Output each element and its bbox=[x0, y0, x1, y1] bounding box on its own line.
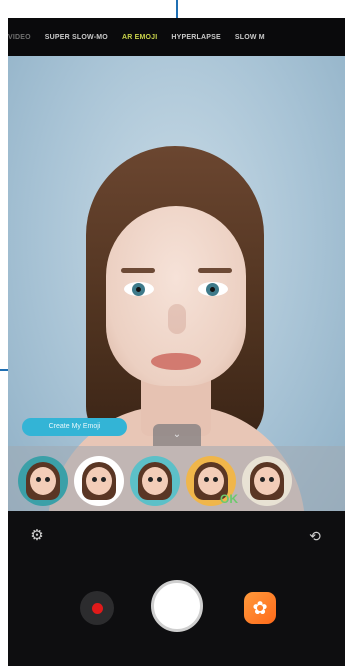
create-my-emoji-button[interactable]: Create My Emoji bbox=[22, 418, 127, 436]
left-eyebrow bbox=[121, 268, 155, 273]
emoji-strip: OK bbox=[8, 446, 345, 511]
emoji-face-icon bbox=[86, 467, 112, 495]
mode-slow-motion[interactable]: SLOW M bbox=[235, 34, 265, 41]
left-eye bbox=[124, 282, 154, 296]
subject-lips bbox=[151, 353, 201, 370]
record-button[interactable] bbox=[80, 591, 114, 625]
emoji-face-icon bbox=[30, 467, 56, 495]
emoji-face-icon bbox=[142, 467, 168, 495]
switch-camera-icon[interactable]: ⟲ bbox=[306, 527, 324, 545]
mode-bar[interactable]: VIDEO SUPER SLOW-MO AR EMOJI HYPERLAPSE … bbox=[8, 18, 345, 56]
shutter-button[interactable] bbox=[151, 580, 203, 632]
camera-screen: VIDEO SUPER SLOW-MO AR EMOJI HYPERLAPSE … bbox=[8, 18, 345, 666]
emoji-item[interactable] bbox=[242, 456, 292, 506]
emoji-item[interactable]: OK bbox=[186, 456, 238, 506]
emoji-item[interactable] bbox=[130, 456, 180, 506]
right-eye bbox=[198, 282, 228, 296]
camera-controls: ⚙ ⟲ ✿ bbox=[8, 511, 345, 666]
mode-super-slow-mo[interactable]: SUPER SLOW-MO bbox=[45, 34, 108, 41]
ok-badge: OK bbox=[220, 492, 238, 506]
mode-video[interactable]: VIDEO bbox=[8, 34, 31, 41]
right-eyebrow bbox=[198, 268, 232, 273]
effects-button[interactable]: ✿ bbox=[244, 592, 276, 624]
subject-nose bbox=[168, 304, 186, 334]
mode-ar-emoji[interactable]: AR EMOJI bbox=[122, 34, 157, 41]
collapse-handle[interactable]: ⌄ bbox=[153, 424, 201, 446]
settings-icon[interactable]: ⚙ bbox=[28, 527, 46, 545]
emoji-item[interactable] bbox=[74, 456, 124, 506]
viewfinder[interactable]: Create My Emoji ⌄ OK ◷♀♣☗♡⊡+ bbox=[8, 56, 345, 511]
emoji-face-icon bbox=[198, 467, 224, 495]
mode-hyperlapse[interactable]: HYPERLAPSE bbox=[171, 34, 220, 41]
emoji-face-icon bbox=[254, 467, 280, 495]
emoji-item[interactable] bbox=[18, 456, 68, 506]
record-dot-icon bbox=[91, 602, 103, 614]
